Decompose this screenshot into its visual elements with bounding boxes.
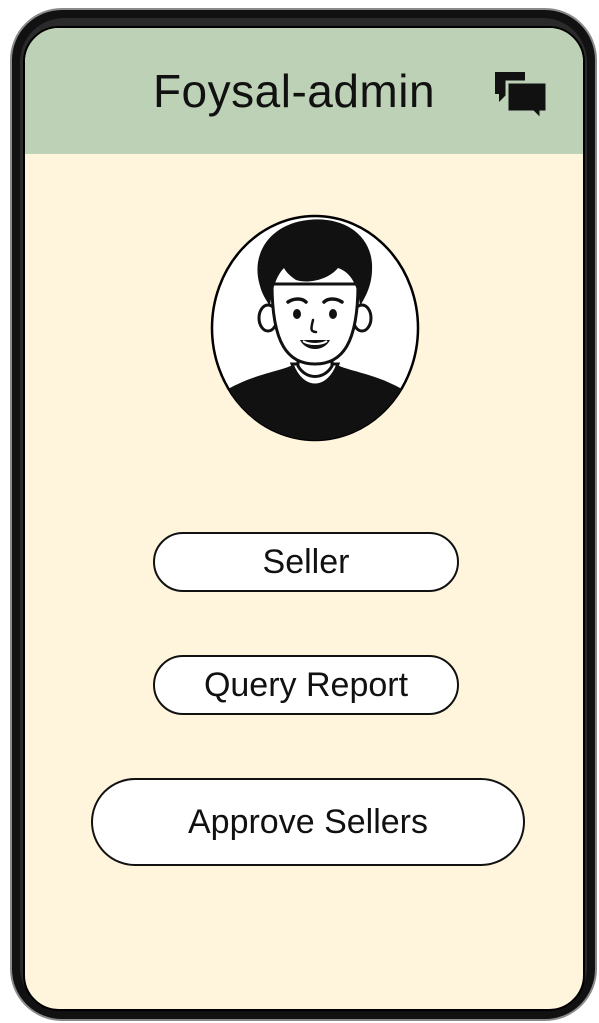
user-avatar-icon — [210, 214, 420, 444]
app-header: Foysal-admin — [25, 28, 583, 154]
app-screen: Foysal-admin Seller Query Report Approve… — [23, 26, 585, 1011]
approve-sellers-button[interactable]: Approve Sellers — [91, 778, 525, 866]
chat-bubbles-icon[interactable] — [495, 72, 549, 124]
seller-button[interactable]: Seller — [153, 532, 459, 592]
query-report-button[interactable]: Query Report — [153, 655, 459, 715]
